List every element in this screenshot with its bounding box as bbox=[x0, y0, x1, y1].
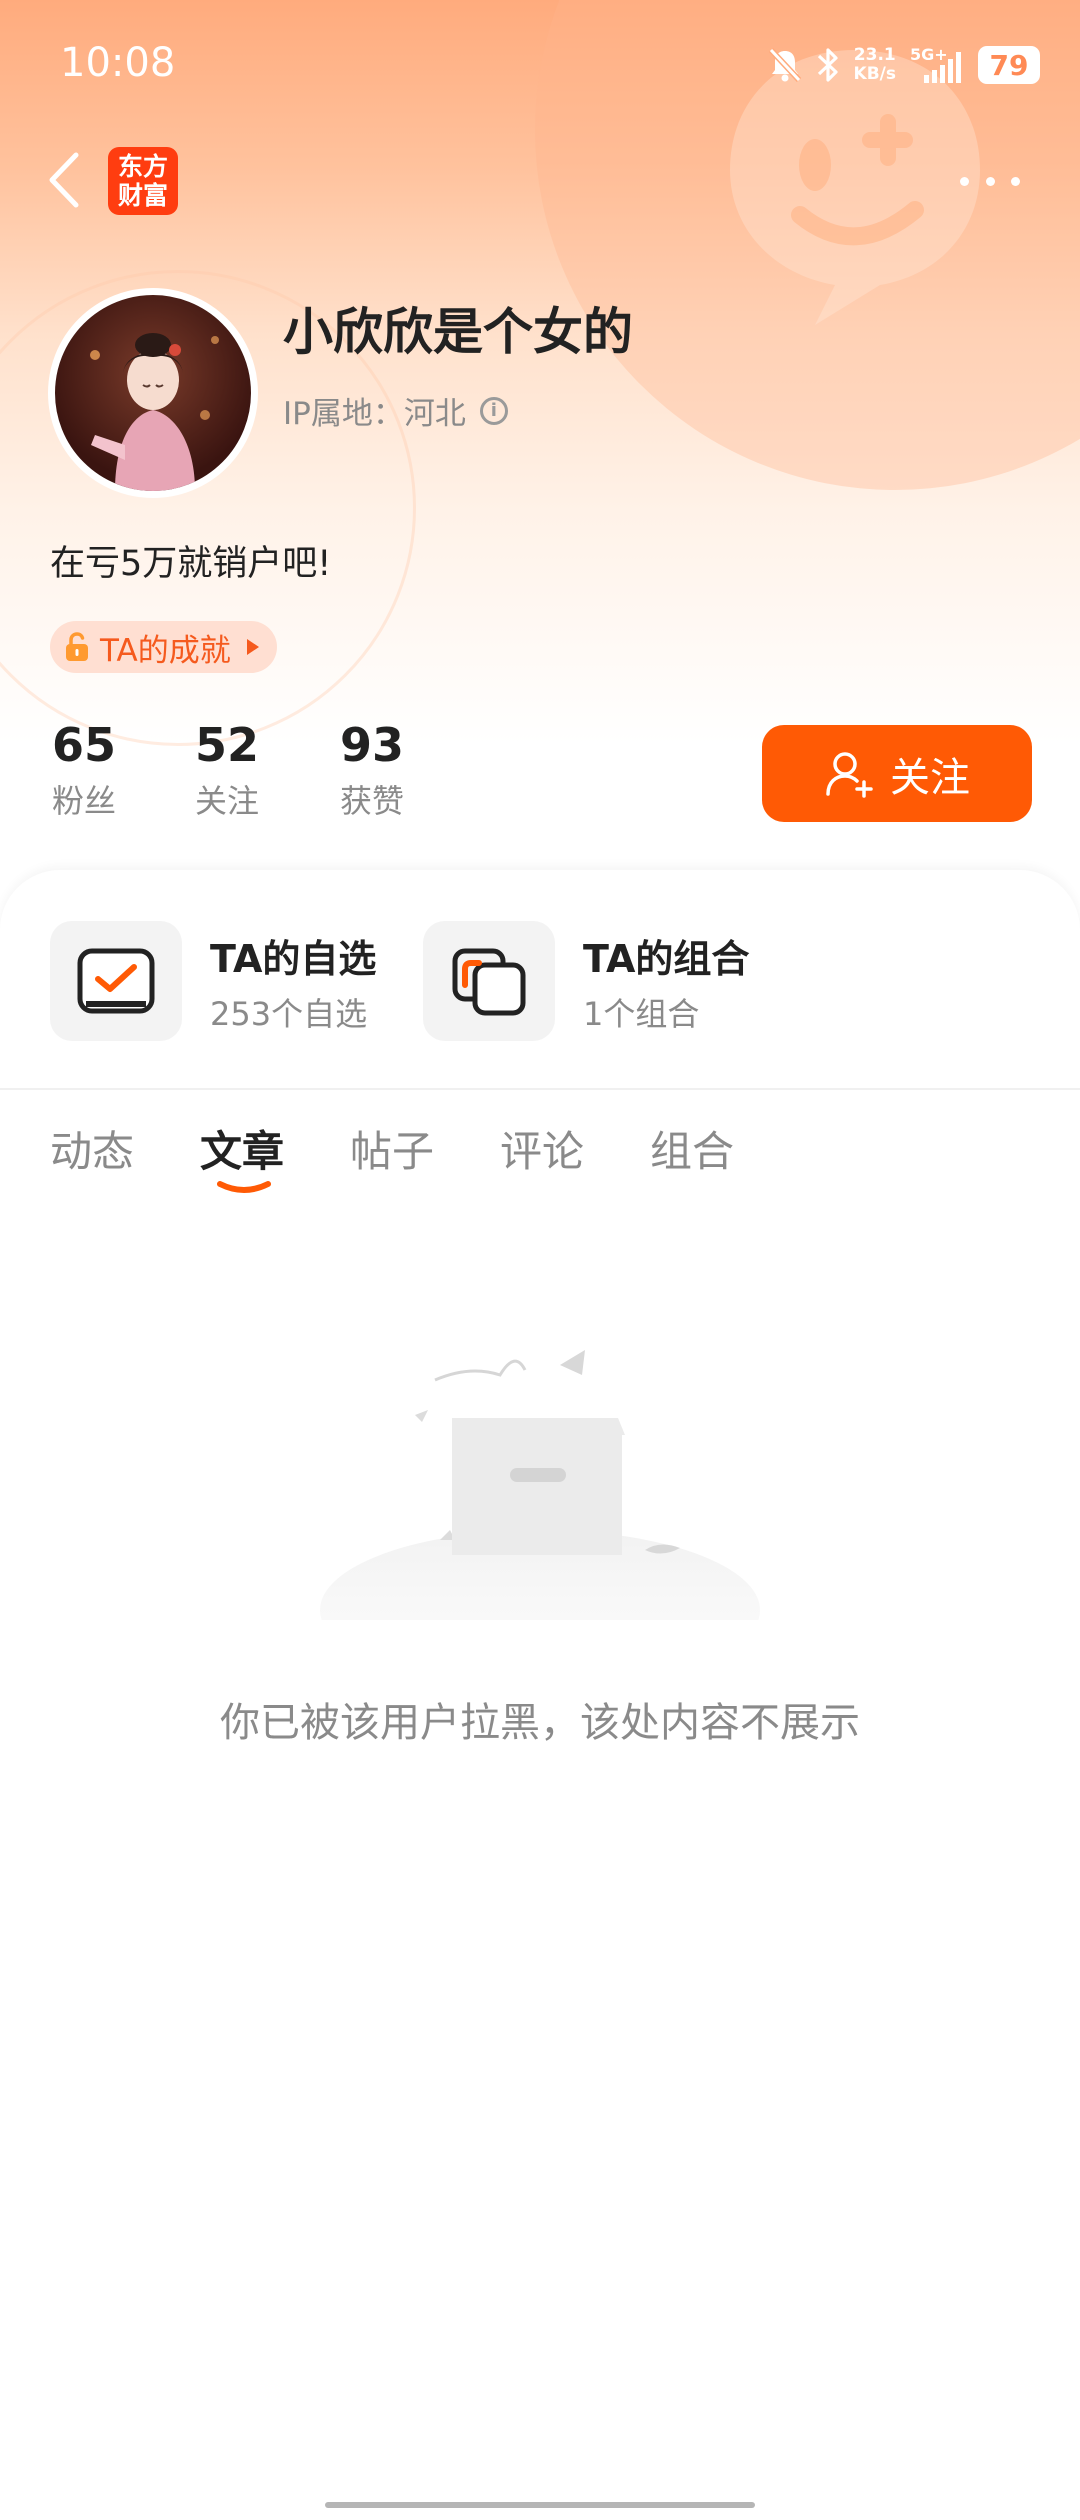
portfolio-entry[interactable]: TA的组合 1个组合 bbox=[423, 920, 749, 1042]
watchlist-check-icon bbox=[77, 948, 155, 1014]
watchlist-entry[interactable]: TA的自选 253个自选 bbox=[50, 920, 376, 1042]
play-arrow-icon bbox=[246, 639, 259, 655]
network-speed-value: 23.1 bbox=[853, 45, 896, 65]
portfolio-icon bbox=[452, 948, 526, 1016]
tab-articles[interactable]: 文章 bbox=[200, 1118, 284, 1179]
tab-posts[interactable]: 帖子 bbox=[350, 1118, 434, 1179]
back-arrow-icon[interactable] bbox=[40, 145, 90, 215]
stat-label: 获赞 bbox=[340, 782, 405, 820]
follow-button[interactable]: 关注 bbox=[762, 725, 1032, 822]
avatar-figure-icon bbox=[90, 333, 219, 491]
profile-tabs: 动态 文章 帖子 评论 组合 bbox=[0, 1118, 1080, 1198]
watchlist-icon-box bbox=[50, 921, 182, 1041]
ip-location-text: IP属地：河北 bbox=[283, 396, 466, 432]
network-speed: 23.1 KB/s bbox=[854, 46, 896, 84]
bluetooth-icon bbox=[817, 48, 838, 82]
stat-value: 93 bbox=[340, 718, 405, 772]
tab-activity[interactable]: 动态 bbox=[50, 1118, 134, 1179]
empty-state-message: 你已被该用户拉黑，该处内容不展示 bbox=[220, 1700, 860, 1746]
status-bar: 10:08 23.1 KB/s 5G+ 79 bbox=[0, 0, 1080, 135]
battery-indicator: 79 bbox=[978, 46, 1040, 84]
empty-box-illustration bbox=[320, 1350, 760, 1620]
tab-portfolios[interactable]: 组合 bbox=[650, 1118, 734, 1179]
ip-location: IP属地：河北 i bbox=[283, 388, 508, 433]
portfolio-title: TA的组合 bbox=[583, 936, 750, 981]
username: 小欣欣是个女的 bbox=[283, 303, 633, 361]
watchlist-title: TA的自选 bbox=[210, 936, 377, 981]
portfolio-icon-box bbox=[423, 921, 555, 1041]
dot-icon bbox=[985, 176, 995, 186]
more-options-button[interactable] bbox=[960, 170, 1020, 192]
avatar[interactable] bbox=[48, 288, 258, 498]
tab-comments[interactable]: 评论 bbox=[500, 1118, 584, 1179]
stat-following[interactable]: 52 关注 bbox=[195, 718, 305, 822]
user-bio: 在亏5万就销户吧! bbox=[50, 544, 332, 584]
stat-value: 52 bbox=[195, 718, 260, 772]
active-tab-indicator bbox=[217, 1181, 271, 1193]
stat-value: 65 bbox=[52, 718, 117, 772]
eastmoney-logo: 东方 财富 bbox=[108, 147, 178, 215]
stat-label: 关注 bbox=[195, 782, 260, 820]
status-icons: 23.1 KB/s 5G+ 79 bbox=[768, 42, 1040, 88]
network-speed-unit: KB/s bbox=[853, 64, 896, 84]
signal-bars-icon bbox=[924, 52, 961, 83]
unlock-icon bbox=[66, 632, 88, 661]
dot-icon bbox=[960, 176, 969, 186]
info-icon[interactable]: i bbox=[479, 396, 508, 425]
follow-label: 关注 bbox=[890, 754, 970, 801]
logo-line-1: 东方 bbox=[117, 152, 168, 181]
divider bbox=[0, 1088, 1080, 1090]
add-user-icon bbox=[826, 751, 873, 798]
stat-likes[interactable]: 93 获赞 bbox=[340, 718, 450, 822]
achievement-label: TA的成就 bbox=[100, 632, 231, 669]
logo-line-2: 财富 bbox=[117, 181, 168, 210]
status-time: 10:08 bbox=[60, 40, 176, 86]
portfolio-count: 1个组合 bbox=[583, 994, 700, 1033]
stat-label: 粉丝 bbox=[52, 782, 117, 820]
achievement-button[interactable]: TA的成就 bbox=[50, 621, 277, 673]
dot-icon bbox=[1011, 176, 1020, 186]
mute-bell-icon bbox=[768, 47, 801, 83]
home-indicator[interactable] bbox=[325, 2502, 755, 2508]
watchlist-count: 253个自选 bbox=[210, 994, 368, 1033]
signal-5g: 5G+ bbox=[910, 45, 964, 85]
stat-followers[interactable]: 65 粉丝 bbox=[52, 718, 162, 822]
